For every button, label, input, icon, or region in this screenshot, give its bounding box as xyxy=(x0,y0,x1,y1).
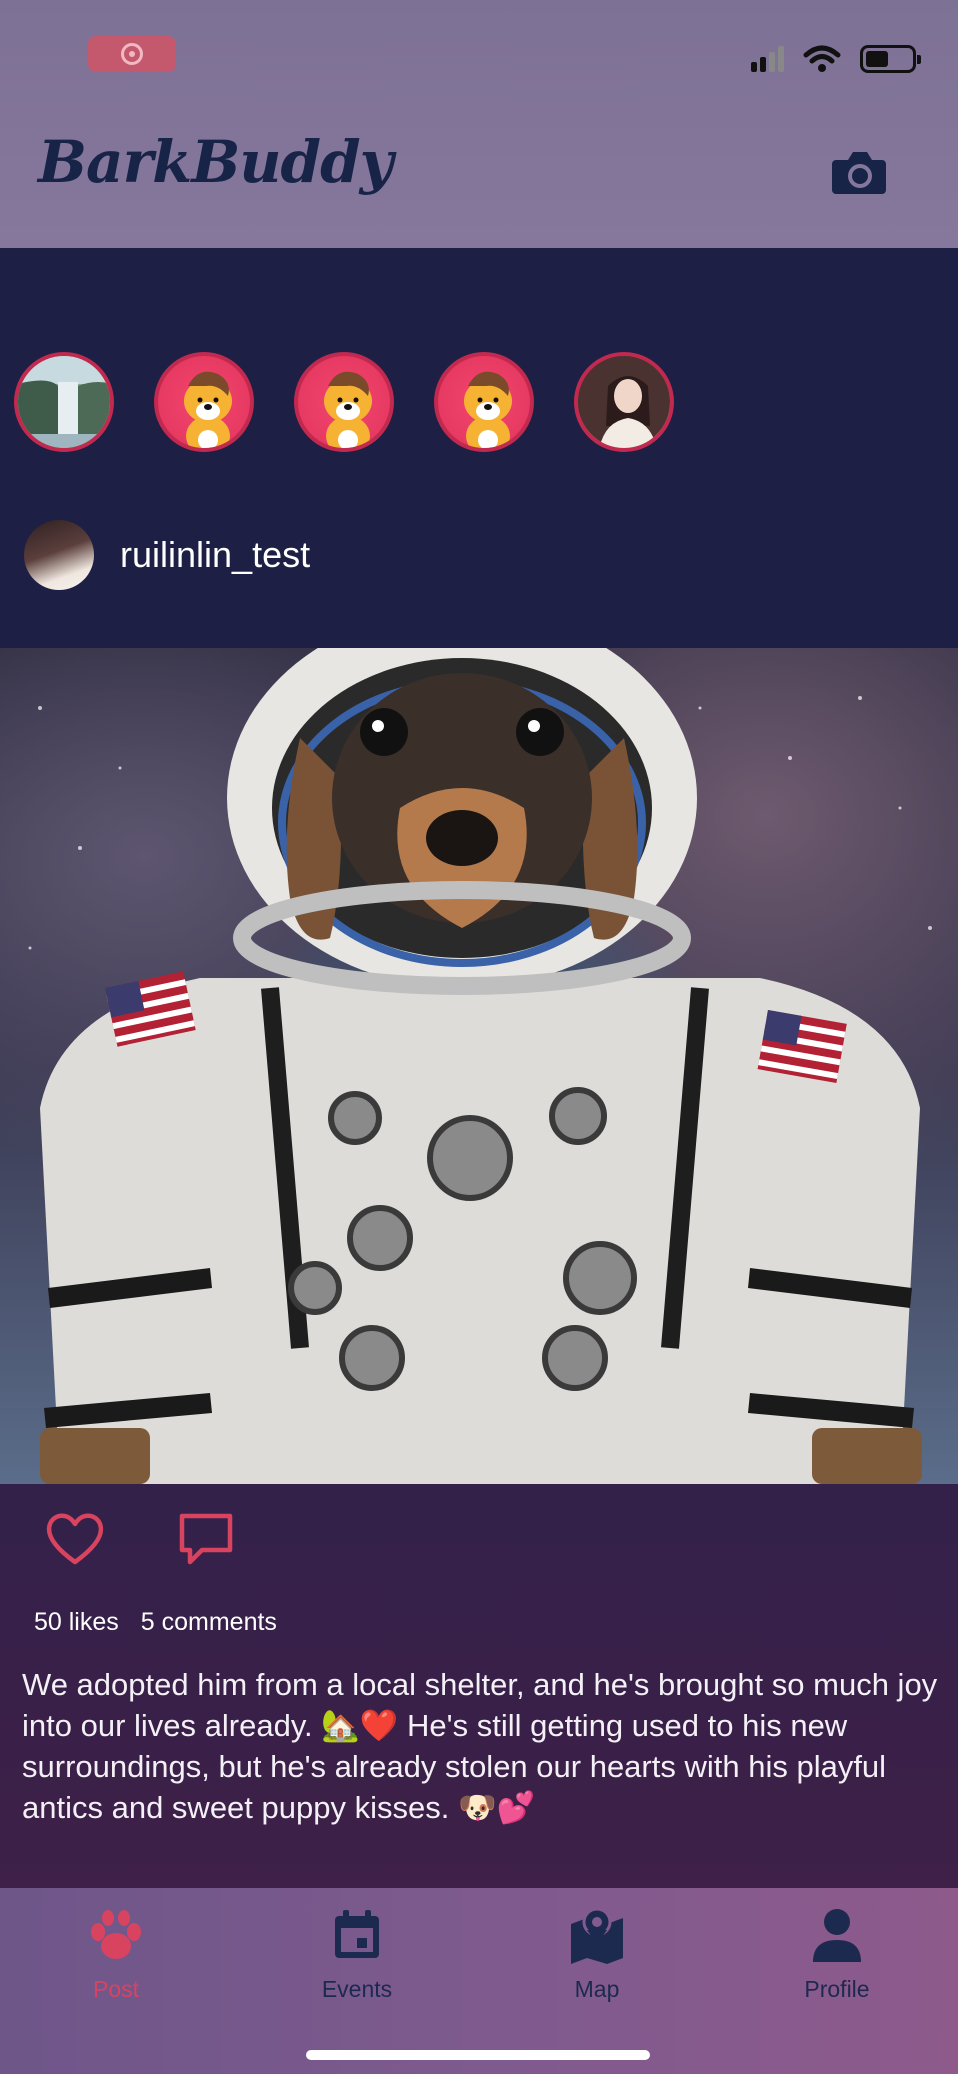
nav-label-map: Map xyxy=(574,1976,620,2002)
stories-row xyxy=(14,352,674,452)
story-avatar-dog-3[interactable] xyxy=(434,352,534,452)
waterfall-photo xyxy=(18,356,110,448)
story-avatar-dog-2[interactable] xyxy=(294,352,394,452)
story-avatar-waterfall[interactable] xyxy=(14,352,114,452)
bottom-navigation: Post Events Map Profile xyxy=(0,1888,958,2074)
wifi-icon xyxy=(803,45,841,72)
story-avatar-dog-1[interactable] xyxy=(154,352,254,452)
comment-icon[interactable] xyxy=(176,1512,236,1568)
nav-label-profile: Profile xyxy=(804,1976,870,2002)
author-username[interactable]: ruilinlin_test xyxy=(120,534,310,576)
person-icon xyxy=(813,1909,861,1962)
nav-item-map[interactable]: Map xyxy=(507,1906,687,2003)
post-caption: We adopted him from a local shelter, and… xyxy=(22,1667,938,1825)
dog-avatar-icon xyxy=(184,371,232,448)
app-logo: BarkBuddy xyxy=(38,128,393,196)
battery-level xyxy=(866,51,888,67)
dog-avatar-icon xyxy=(324,371,372,448)
camera-icon[interactable] xyxy=(830,148,888,196)
calendar-icon xyxy=(335,1910,379,1958)
heart-icon[interactable] xyxy=(44,1510,106,1568)
top-bar: BarkBuddy xyxy=(0,0,958,248)
post-details: 50 likes 5 comments We adopted him from … xyxy=(0,1484,958,1888)
nav-item-events[interactable]: Events xyxy=(267,1906,447,2003)
paw-icon xyxy=(91,1910,141,1959)
dog-avatar-icon xyxy=(464,371,512,448)
portrait-photo xyxy=(578,356,670,448)
astronaut-dog-illustration xyxy=(28,648,932,1484)
nav-label-events: Events xyxy=(321,1976,393,2002)
story-avatar-woman[interactable] xyxy=(574,352,674,452)
nav-item-post[interactable]: Post xyxy=(26,1906,206,2003)
nav-item-profile[interactable]: Profile xyxy=(747,1906,927,2003)
status-icons xyxy=(751,44,921,74)
cellular-signal-icon xyxy=(751,46,784,72)
post-image[interactable] xyxy=(0,648,958,1484)
nav-label-post: Post xyxy=(92,1976,140,2002)
avatar[interactable] xyxy=(24,520,94,590)
screen-recording-indicator xyxy=(88,36,176,72)
likes-count[interactable]: 50 likes xyxy=(34,1608,119,1637)
record-icon xyxy=(121,43,143,65)
stories-section: ruilinlin_test xyxy=(0,248,958,648)
post-author[interactable]: ruilinlin_test xyxy=(24,520,310,590)
home-indicator[interactable] xyxy=(306,2050,650,2060)
post-stats: 50 likes 5 comments xyxy=(34,1608,277,1637)
battery-icon xyxy=(860,45,921,73)
comments-count[interactable]: 5 comments xyxy=(141,1608,277,1637)
map-icon xyxy=(571,1907,623,1964)
